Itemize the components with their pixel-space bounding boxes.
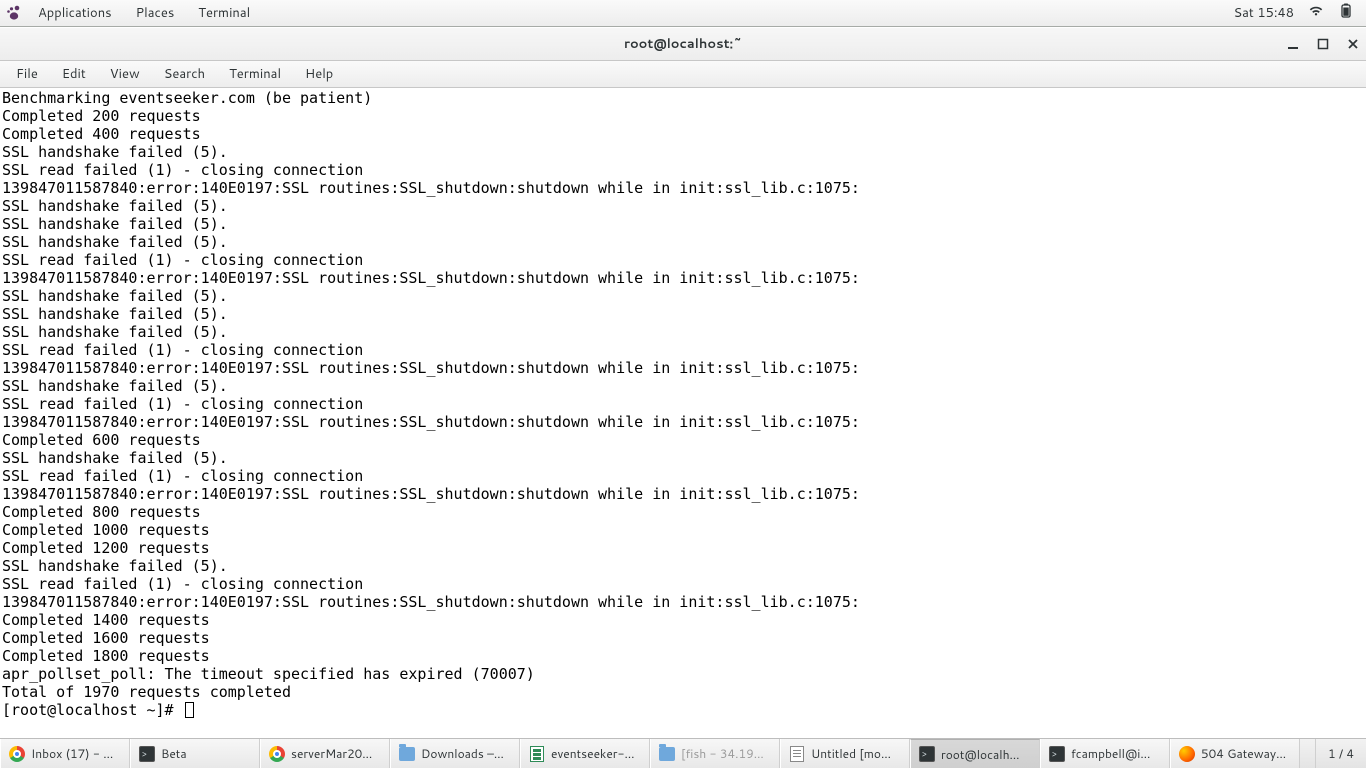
terminal-line: Completed 400 requests: [2, 125, 1364, 143]
taskbar-item[interactable]: fcampbell@i…: [1040, 739, 1170, 768]
window-minimize-button[interactable]: [1286, 37, 1300, 51]
terminal-line: SSL read failed (1) - closing connection: [2, 467, 1364, 485]
terminal-line: 139847011587840:error:140E0197:SSL routi…: [2, 179, 1364, 197]
window-maximize-button[interactable]: [1316, 37, 1330, 51]
terminal-line: Completed 1600 requests: [2, 629, 1364, 647]
terminal-line: Completed 600 requests: [2, 431, 1364, 449]
terminal-line: SSL handshake failed (5).: [2, 323, 1364, 341]
window-titlebar[interactable]: root@localhost:~: [0, 27, 1366, 61]
taskbar-item-label: root@localh…: [941, 746, 1020, 763]
terminal-line: SSL handshake failed (5).: [2, 215, 1364, 233]
terminal-line: Total of 1970 requests completed: [2, 683, 1364, 701]
terminal-line: Completed 1000 requests: [2, 521, 1364, 539]
terminal-line: SSL handshake failed (5).: [2, 377, 1364, 395]
taskbar-item-label: Inbox (17) - …: [31, 745, 113, 762]
terminal-line: apr_pollset_poll: The timeout specified …: [2, 665, 1364, 683]
taskbar-item-label: Beta: [161, 745, 187, 762]
taskbar-item[interactable]: Untitled [mo…: [780, 739, 910, 768]
taskbar-item[interactable]: [fish - 34.19…: [650, 739, 780, 768]
chrome-icon: [9, 746, 25, 762]
terminal-line: Benchmarking eventseeker.com (be patient…: [2, 89, 1364, 107]
terminal-line: 139847011587840:error:140E0197:SSL routi…: [2, 593, 1364, 611]
taskbar-item[interactable]: serverMar20…: [260, 739, 390, 768]
terminal-line: Completed 800 requests: [2, 503, 1364, 521]
text-editor-icon: [789, 746, 805, 762]
terminal-line: SSL handshake failed (5).: [2, 233, 1364, 251]
terminal-line: SSL handshake failed (5).: [2, 287, 1364, 305]
terminal-line: SSL handshake failed (5).: [2, 197, 1364, 215]
terminal-line: SSL read failed (1) - closing connection: [2, 251, 1364, 269]
terminal-line: 139847011587840:error:140E0197:SSL routi…: [2, 413, 1364, 431]
taskbar-item[interactable]: root@localh…: [910, 739, 1040, 768]
panel-clock[interactable]: Sat 15:48: [1233, 4, 1294, 22]
terminal-icon: [919, 746, 935, 762]
cursor-icon: [185, 702, 194, 718]
prompt-text: [root@localhost ~]#: [2, 701, 183, 719]
taskbar-item[interactable]: Beta: [130, 739, 260, 768]
terminal-line: SSL read failed (1) - closing connection: [2, 161, 1364, 179]
folder-icon: [399, 746, 415, 762]
wifi-icon[interactable]: [1308, 3, 1324, 24]
menu-file[interactable]: File: [4, 62, 50, 86]
terminal-line: Completed 200 requests: [2, 107, 1364, 125]
battery-icon[interactable]: [1338, 3, 1354, 24]
terminal-output[interactable]: Benchmarking eventseeker.com (be patient…: [0, 88, 1366, 738]
terminal-prompt[interactable]: [root@localhost ~]#: [2, 701, 1364, 719]
terminal-line: Completed 1200 requests: [2, 539, 1364, 557]
terminal-line: 139847011587840:error:140E0197:SSL routi…: [2, 269, 1364, 287]
terminal-line: SSL handshake failed (5).: [2, 449, 1364, 467]
menu-help[interactable]: Help: [293, 62, 345, 86]
gnome-foot-icon: [6, 5, 22, 21]
terminal-icon: [1049, 746, 1065, 762]
bottom-taskbar: Inbox (17) - … Beta serverMar20… Downloads …: [0, 738, 1366, 768]
terminal-line: 139847011587840:error:140E0197:SSL routi…: [2, 485, 1364, 503]
terminal-line: 139847011587840:error:140E0197:SSL routi…: [2, 359, 1364, 377]
panel-applications[interactable]: Applications: [26, 1, 124, 25]
taskbar-item-label: Untitled [mo…: [811, 745, 891, 762]
terminal-line: Completed 1400 requests: [2, 611, 1364, 629]
gnome-top-panel: Applications Places Terminal Sat 15:48: [0, 0, 1366, 27]
taskbar-item[interactable]: 504 Gateway…: [1170, 739, 1300, 768]
taskbar-item-label: 504 Gateway…: [1201, 745, 1286, 762]
window-close-button[interactable]: [1346, 37, 1360, 51]
taskbar-item[interactable]: Downloads –…: [390, 739, 520, 768]
window-title: root@localhost:~: [624, 35, 742, 53]
folder-icon: [659, 746, 675, 762]
terminal-line: Completed 1800 requests: [2, 647, 1364, 665]
taskbar-item-label: Downloads –…: [421, 745, 504, 762]
menu-edit[interactable]: Edit: [50, 62, 98, 86]
terminal-menubar: File Edit View Search Terminal Help: [0, 61, 1366, 88]
terminal-icon: [139, 746, 155, 762]
terminal-line: SSL handshake failed (5).: [2, 143, 1364, 161]
taskbar-item-label: eventseeker-…: [551, 745, 635, 762]
menu-view[interactable]: View: [98, 62, 152, 86]
panel-places[interactable]: Places: [124, 1, 187, 25]
terminal-line: SSL handshake failed (5).: [2, 305, 1364, 323]
taskbar-item[interactable]: eventseeker-…: [520, 739, 650, 768]
taskbar-item-label: [fish - 34.19…: [681, 745, 764, 762]
terminal-line: SSL handshake failed (5).: [2, 557, 1364, 575]
panel-terminal[interactable]: Terminal: [186, 1, 262, 25]
terminal-line: SSL read failed (1) - closing connection: [2, 395, 1364, 413]
chrome-icon: [269, 746, 285, 762]
firefox-icon: [1179, 746, 1195, 762]
menu-terminal[interactable]: Terminal: [217, 62, 293, 86]
taskbar-item-label: fcampbell@i…: [1071, 745, 1150, 762]
terminal-line: SSL read failed (1) - closing connection: [2, 341, 1364, 359]
workspace-indicator[interactable]: 1 / 4: [1315, 739, 1366, 768]
taskbar-item-label: serverMar20…: [291, 745, 372, 762]
terminal-line: SSL read failed (1) - closing connection: [2, 575, 1364, 593]
spreadsheet-icon: [529, 746, 545, 762]
menu-search[interactable]: Search: [152, 62, 217, 86]
taskbar-item[interactable]: Inbox (17) - …: [0, 739, 130, 768]
